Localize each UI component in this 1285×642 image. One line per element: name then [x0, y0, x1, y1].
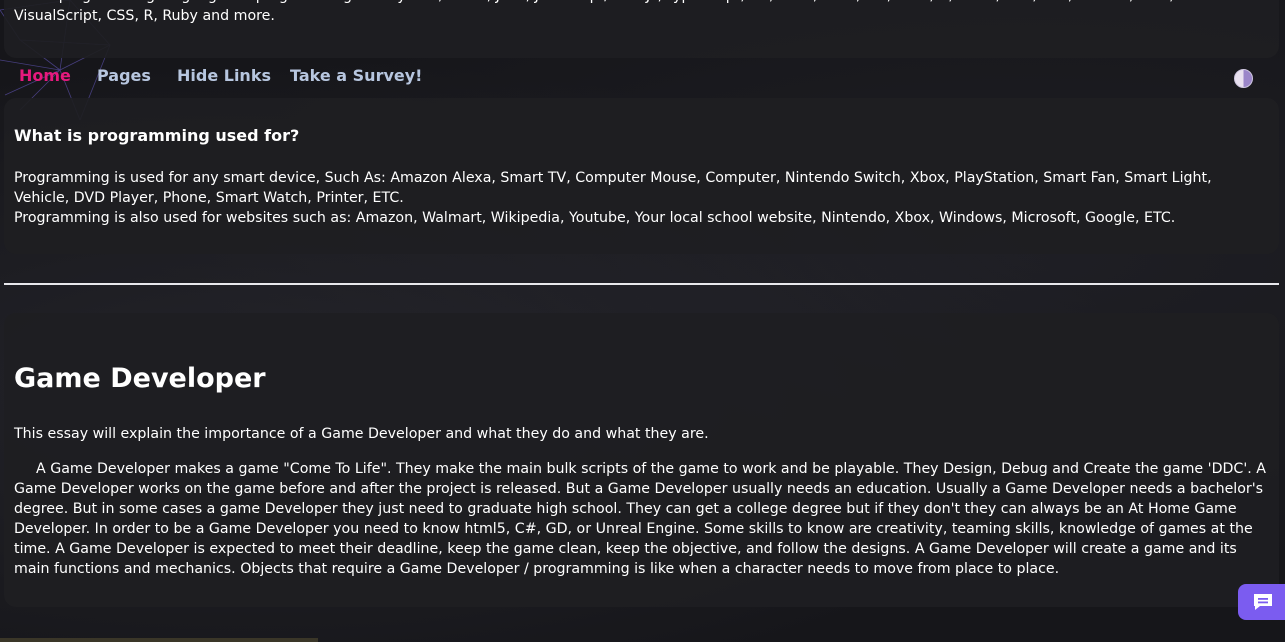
programming-uses-text: Programming is used for any smart device…	[14, 168, 1239, 228]
theme-toggle-icon[interactable]	[1234, 69, 1253, 88]
nav-survey-link[interactable]: Take a Survey!	[290, 66, 422, 85]
programming-uses-card: What is programming used for? Programmin…	[4, 98, 1279, 254]
chat-button[interactable]	[1238, 584, 1285, 620]
nav-hide-links-link[interactable]: Hide Links	[177, 66, 271, 85]
smart-devices-text: Programming is used for any smart device…	[14, 170, 1212, 206]
nav-pages-link[interactable]: Pages	[97, 66, 151, 85]
essay-intro: This essay will explain the importance o…	[14, 426, 709, 442]
navbar: Home Pages Hide Links Take a Survey!	[0, 58, 1285, 98]
languages-card: Some programming languages of programmin…	[4, 0, 1279, 58]
websites-text: Programming is also used for websites su…	[14, 210, 1176, 226]
nav-home-link[interactable]: Home	[19, 66, 71, 85]
programming-uses-heading: What is programming used for?	[14, 126, 300, 145]
section-divider	[4, 283, 1279, 285]
game-developer-title: Game Developer	[14, 363, 266, 394]
essay-body: A Game Developer makes a game "Come To L…	[14, 461, 1266, 577]
game-developer-card: Game Developer This essay will explain t…	[4, 313, 1279, 607]
bottom-edge-element	[0, 638, 318, 642]
chat-icon	[1254, 594, 1272, 610]
languages-text: Some programming languages of programmin…	[14, 0, 1174, 24]
